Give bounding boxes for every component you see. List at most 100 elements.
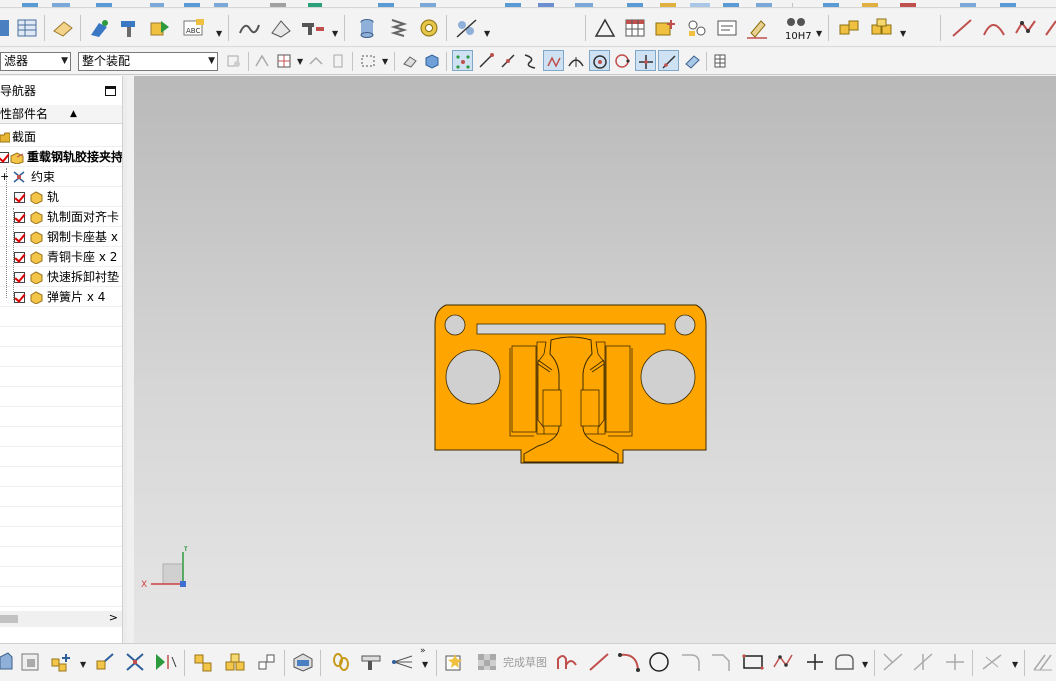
add-component-icon[interactable] xyxy=(86,16,112,40)
eraser-icon[interactable] xyxy=(50,16,76,40)
make-corner-icon[interactable] xyxy=(942,649,968,675)
surface-icon[interactable] xyxy=(236,16,262,40)
snap-point-icon[interactable] xyxy=(452,51,473,72)
sketch-rectangle-icon[interactable] xyxy=(740,649,766,675)
weld-symbol-icon[interactable] xyxy=(836,16,864,40)
tree-node-part[interactable]: 青铜卡座 x 2 xyxy=(0,247,122,267)
eraser-select-icon[interactable] xyxy=(400,51,420,71)
tangent-point-icon[interactable] xyxy=(566,51,586,71)
visibility-checkbox[interactable] xyxy=(14,272,25,283)
spring-icon[interactable] xyxy=(386,16,412,40)
line-icon[interactable] xyxy=(948,16,976,40)
limits-fits-icon[interactable]: 10H7 xyxy=(780,16,814,42)
selection-scope-dropdown[interactable]: 整个装配 ▼ xyxy=(78,52,218,71)
tree-node-part[interactable]: 钢制卡座基 x xyxy=(0,227,122,247)
pattern-component-icon[interactable] xyxy=(222,649,248,675)
edit-selection-icon[interactable] xyxy=(328,51,348,71)
add-part-icon[interactable] xyxy=(48,649,74,675)
route-icon[interactable] xyxy=(358,649,384,675)
point-on-surface-icon[interactable] xyxy=(682,51,702,71)
quadrant-point-icon[interactable] xyxy=(612,51,632,71)
finish-sketch-flag-icon[interactable] xyxy=(474,649,500,675)
scrollbar-thumb[interactable] xyxy=(0,615,18,623)
finish-sketch-label[interactable]: 完成草图 xyxy=(503,654,547,670)
extend-icon[interactable] xyxy=(910,649,936,675)
solid-body-icon[interactable] xyxy=(422,51,442,71)
column-header-name[interactable]: 性部件名 ▲ xyxy=(0,105,122,124)
show-constraints-icon[interactable] xyxy=(152,649,180,675)
mirror-assembly-icon[interactable] xyxy=(190,649,216,675)
visibility-checkbox[interactable] xyxy=(14,212,25,223)
hammer-icon[interactable] xyxy=(116,16,142,40)
panel-splitter[interactable] xyxy=(122,76,127,643)
harness-icon[interactable] xyxy=(390,649,416,675)
graphics-viewport[interactable]: Y X xyxy=(134,76,1056,643)
sketch-arc-icon[interactable] xyxy=(616,649,642,675)
sort-ascending-icon[interactable]: ▲ xyxy=(70,105,77,124)
move-handle-icon[interactable] xyxy=(306,51,326,71)
table-icon[interactable] xyxy=(622,16,648,40)
view-icon[interactable] xyxy=(0,649,14,675)
balloon-icon[interactable] xyxy=(684,16,710,40)
spline-point-icon[interactable] xyxy=(543,51,564,72)
feature-filter-icon[interactable] xyxy=(252,51,272,71)
profile-icon[interactable] xyxy=(554,649,580,675)
tree-node-section[interactable]: 截面 xyxy=(0,127,122,147)
cylinder-part-icon[interactable] xyxy=(354,16,380,40)
link-chain-icon[interactable] xyxy=(328,649,354,675)
wave-link-icon[interactable] xyxy=(254,649,280,675)
tree-node-constraints[interactable]: + 约束 xyxy=(0,167,122,187)
dimension-brush-icon[interactable] xyxy=(744,16,770,40)
swept-surface-icon[interactable] xyxy=(268,16,294,40)
move-component-icon[interactable] xyxy=(92,649,118,675)
tree-node-part[interactable]: 轨制面对齐卡 xyxy=(0,207,122,227)
note-icon[interactable] xyxy=(714,16,740,40)
visibility-checkbox[interactable] xyxy=(14,292,25,303)
visibility-checkbox[interactable] xyxy=(14,192,25,203)
arc-icon[interactable] xyxy=(980,16,1008,40)
spline-icon[interactable] xyxy=(1012,16,1040,40)
clearance-analysis-icon[interactable] xyxy=(290,649,316,675)
rail-clamp-assembly-section[interactable] xyxy=(434,304,708,470)
intersection-point-icon[interactable] xyxy=(635,51,656,72)
more-tools-icon[interactable] xyxy=(1044,16,1056,40)
triangle-icon[interactable] xyxy=(592,16,618,40)
visibility-checkbox[interactable] xyxy=(0,152,9,163)
tree-node-root-assembly[interactable]: 重载钢轨胶接夹持 xyxy=(0,147,122,167)
sketch-point-icon[interactable] xyxy=(802,649,828,675)
visibility-checkbox[interactable] xyxy=(14,252,25,263)
exploded-view-icon[interactable] xyxy=(452,16,482,40)
point-on-curve-icon[interactable] xyxy=(658,51,679,72)
spreadsheet-icon[interactable] xyxy=(14,16,40,40)
weld-icon[interactable] xyxy=(298,16,328,40)
snap-settings-icon[interactable] xyxy=(710,51,730,71)
end-point-icon[interactable] xyxy=(476,51,496,71)
type-filter-dropdown[interactable]: 滤器 ▼ xyxy=(0,52,71,71)
assembly-constraints-icon[interactable] xyxy=(122,649,148,675)
expand-plus-icon[interactable]: + xyxy=(0,167,9,186)
component-set-icon[interactable] xyxy=(868,16,896,40)
sketch-offset-icon[interactable] xyxy=(832,649,858,675)
assembly-navigator-icon[interactable] xyxy=(0,16,10,40)
mid-point-icon[interactable] xyxy=(498,51,518,71)
sketch-icon[interactable] xyxy=(442,649,468,675)
parts-list-icon[interactable] xyxy=(652,16,678,40)
reset-filter-icon[interactable] xyxy=(224,51,244,71)
geometric-constraint-icon[interactable] xyxy=(1030,649,1056,675)
text-format-icon[interactable]: ABC xyxy=(180,16,210,40)
scroll-right-icon[interactable]: > xyxy=(109,611,118,624)
arc-center-icon[interactable] xyxy=(589,51,610,72)
tree-node-part[interactable]: 轨 xyxy=(0,187,122,207)
rectangle-select-icon[interactable] xyxy=(358,51,378,71)
sketch-circle-icon[interactable] xyxy=(646,649,672,675)
sketch-chamfer-icon[interactable] xyxy=(708,649,734,675)
new-parent-icon[interactable] xyxy=(146,16,172,40)
maximize-icon[interactable] xyxy=(105,86,116,96)
horizontal-scrollbar[interactable]: > xyxy=(0,611,122,627)
trim-icon[interactable] xyxy=(880,649,906,675)
bearing-icon[interactable] xyxy=(416,16,442,40)
tree-node-part[interactable]: 快速拆卸衬垫 xyxy=(0,267,122,287)
drawing-view-icon[interactable] xyxy=(18,649,42,675)
visibility-checkbox[interactable] xyxy=(14,232,25,243)
snap-grid-icon[interactable] xyxy=(274,51,294,71)
